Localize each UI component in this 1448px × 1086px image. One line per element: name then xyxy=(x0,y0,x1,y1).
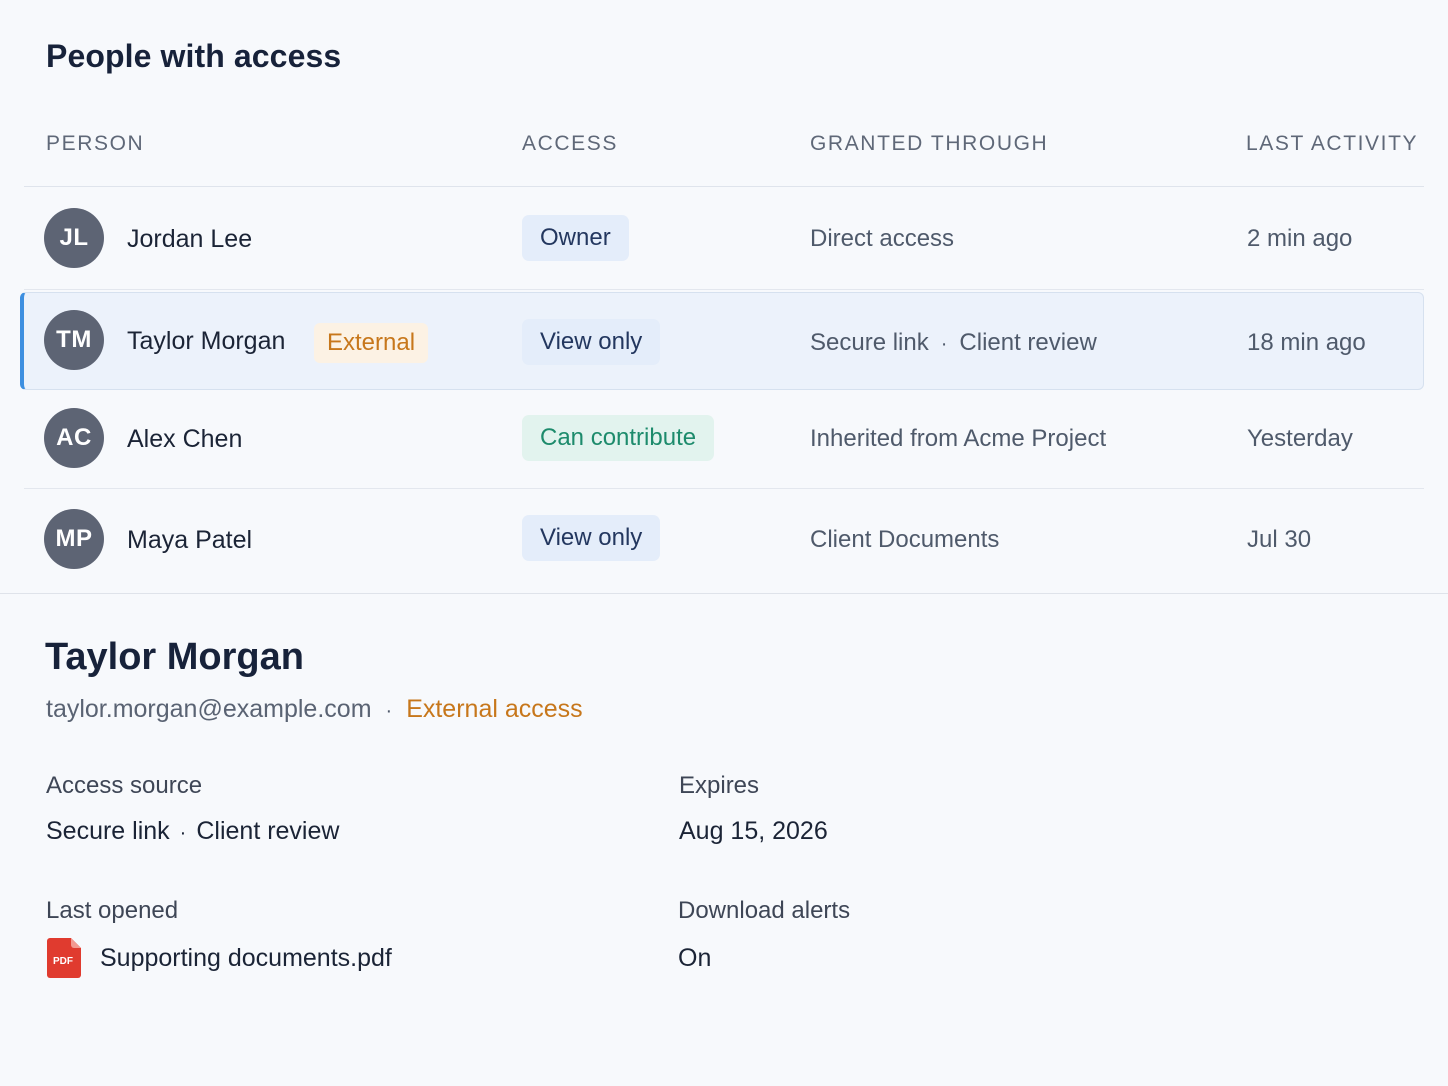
person-name: Alex Chen xyxy=(127,425,243,453)
download-alerts-label: Download alerts xyxy=(678,897,851,924)
last-activity: Yesterday xyxy=(1247,425,1353,452)
section-divider xyxy=(0,593,1448,594)
detail-person-name: Taylor Morgan xyxy=(45,636,304,678)
external-access-label: External access xyxy=(406,695,583,723)
last-opened-label: Last opened xyxy=(46,897,179,924)
detail-subtitle: taylor.morgan@example.com · External acces… xyxy=(46,695,583,724)
table-row-taylor-morgan[interactable]: TM Taylor Morgan External View only Secu… xyxy=(20,292,1424,390)
avatar: MP xyxy=(44,509,104,569)
last-activity: 2 min ago xyxy=(1247,225,1353,252)
granted-through: Secure link · Client review xyxy=(810,329,1097,357)
pdf-file-icon: PDF xyxy=(47,938,81,978)
column-header-access: ACCESS xyxy=(522,132,618,155)
granted-through: Direct access xyxy=(810,225,955,252)
table-header: PERSON ACCESS GRANTED THROUGH LAST ACTIV… xyxy=(24,104,1424,187)
access-badge[interactable]: Can contribute xyxy=(522,415,715,461)
granted-detail: Client review xyxy=(959,329,1097,356)
table-row-maya-patel[interactable]: MP Maya Patel View only Client Documents… xyxy=(24,489,1424,591)
granted-source: Secure link xyxy=(810,329,929,356)
separator-dot: · xyxy=(385,700,393,722)
download-alerts-value[interactable]: On xyxy=(678,944,711,973)
column-header-person: PERSON xyxy=(46,132,145,155)
page-title: People with access xyxy=(46,38,342,74)
access-badge[interactable]: View only xyxy=(522,515,661,561)
separator-dot: · xyxy=(179,822,187,844)
avatar: TM xyxy=(44,310,104,370)
access-badge[interactable]: Owner xyxy=(522,215,629,261)
detail-email[interactable]: taylor.morgan@example.com xyxy=(46,695,372,723)
access-source-detail: Client review xyxy=(196,817,340,845)
table-row-jordan-lee[interactable]: JL Jordan Lee Owner Direct access 2 min … xyxy=(24,187,1424,290)
last-activity: Jul 30 xyxy=(1247,526,1312,553)
expires-value: Aug 15, 2026 xyxy=(679,817,828,845)
separator-dot: · xyxy=(940,333,948,355)
avatar: AC xyxy=(44,408,104,468)
access-badge[interactable]: View only xyxy=(522,319,661,365)
column-header-last-activity: LAST ACTIVITY xyxy=(1246,132,1419,155)
avatar: JL xyxy=(44,208,104,268)
external-badge: External xyxy=(314,323,429,363)
access-source-label: Access source xyxy=(46,772,203,799)
expires-label: Expires xyxy=(679,772,760,799)
granted-through: Client Documents xyxy=(810,526,1000,553)
last-opened-file-link[interactable]: Supporting documents.pdf xyxy=(100,944,392,973)
table-row-alex-chen[interactable]: AC Alex Chen Can contribute Inherited fr… xyxy=(24,390,1424,489)
last-activity: 18 min ago xyxy=(1247,329,1366,356)
granted-through: Inherited from Acme Project xyxy=(810,425,1107,452)
person-name: Taylor Morgan xyxy=(127,327,286,355)
pdf-icon-label: PDF xyxy=(53,956,73,967)
column-header-granted-through: GRANTED THROUGH xyxy=(810,132,1049,155)
access-source-type: Secure link xyxy=(46,817,170,845)
person-name: Maya Patel xyxy=(127,526,253,554)
access-source-value: Secure link · Client review xyxy=(46,817,339,846)
person-name: Jordan Lee xyxy=(127,225,253,253)
access-table: PERSON ACCESS GRANTED THROUGH LAST ACTIV… xyxy=(20,104,1424,591)
